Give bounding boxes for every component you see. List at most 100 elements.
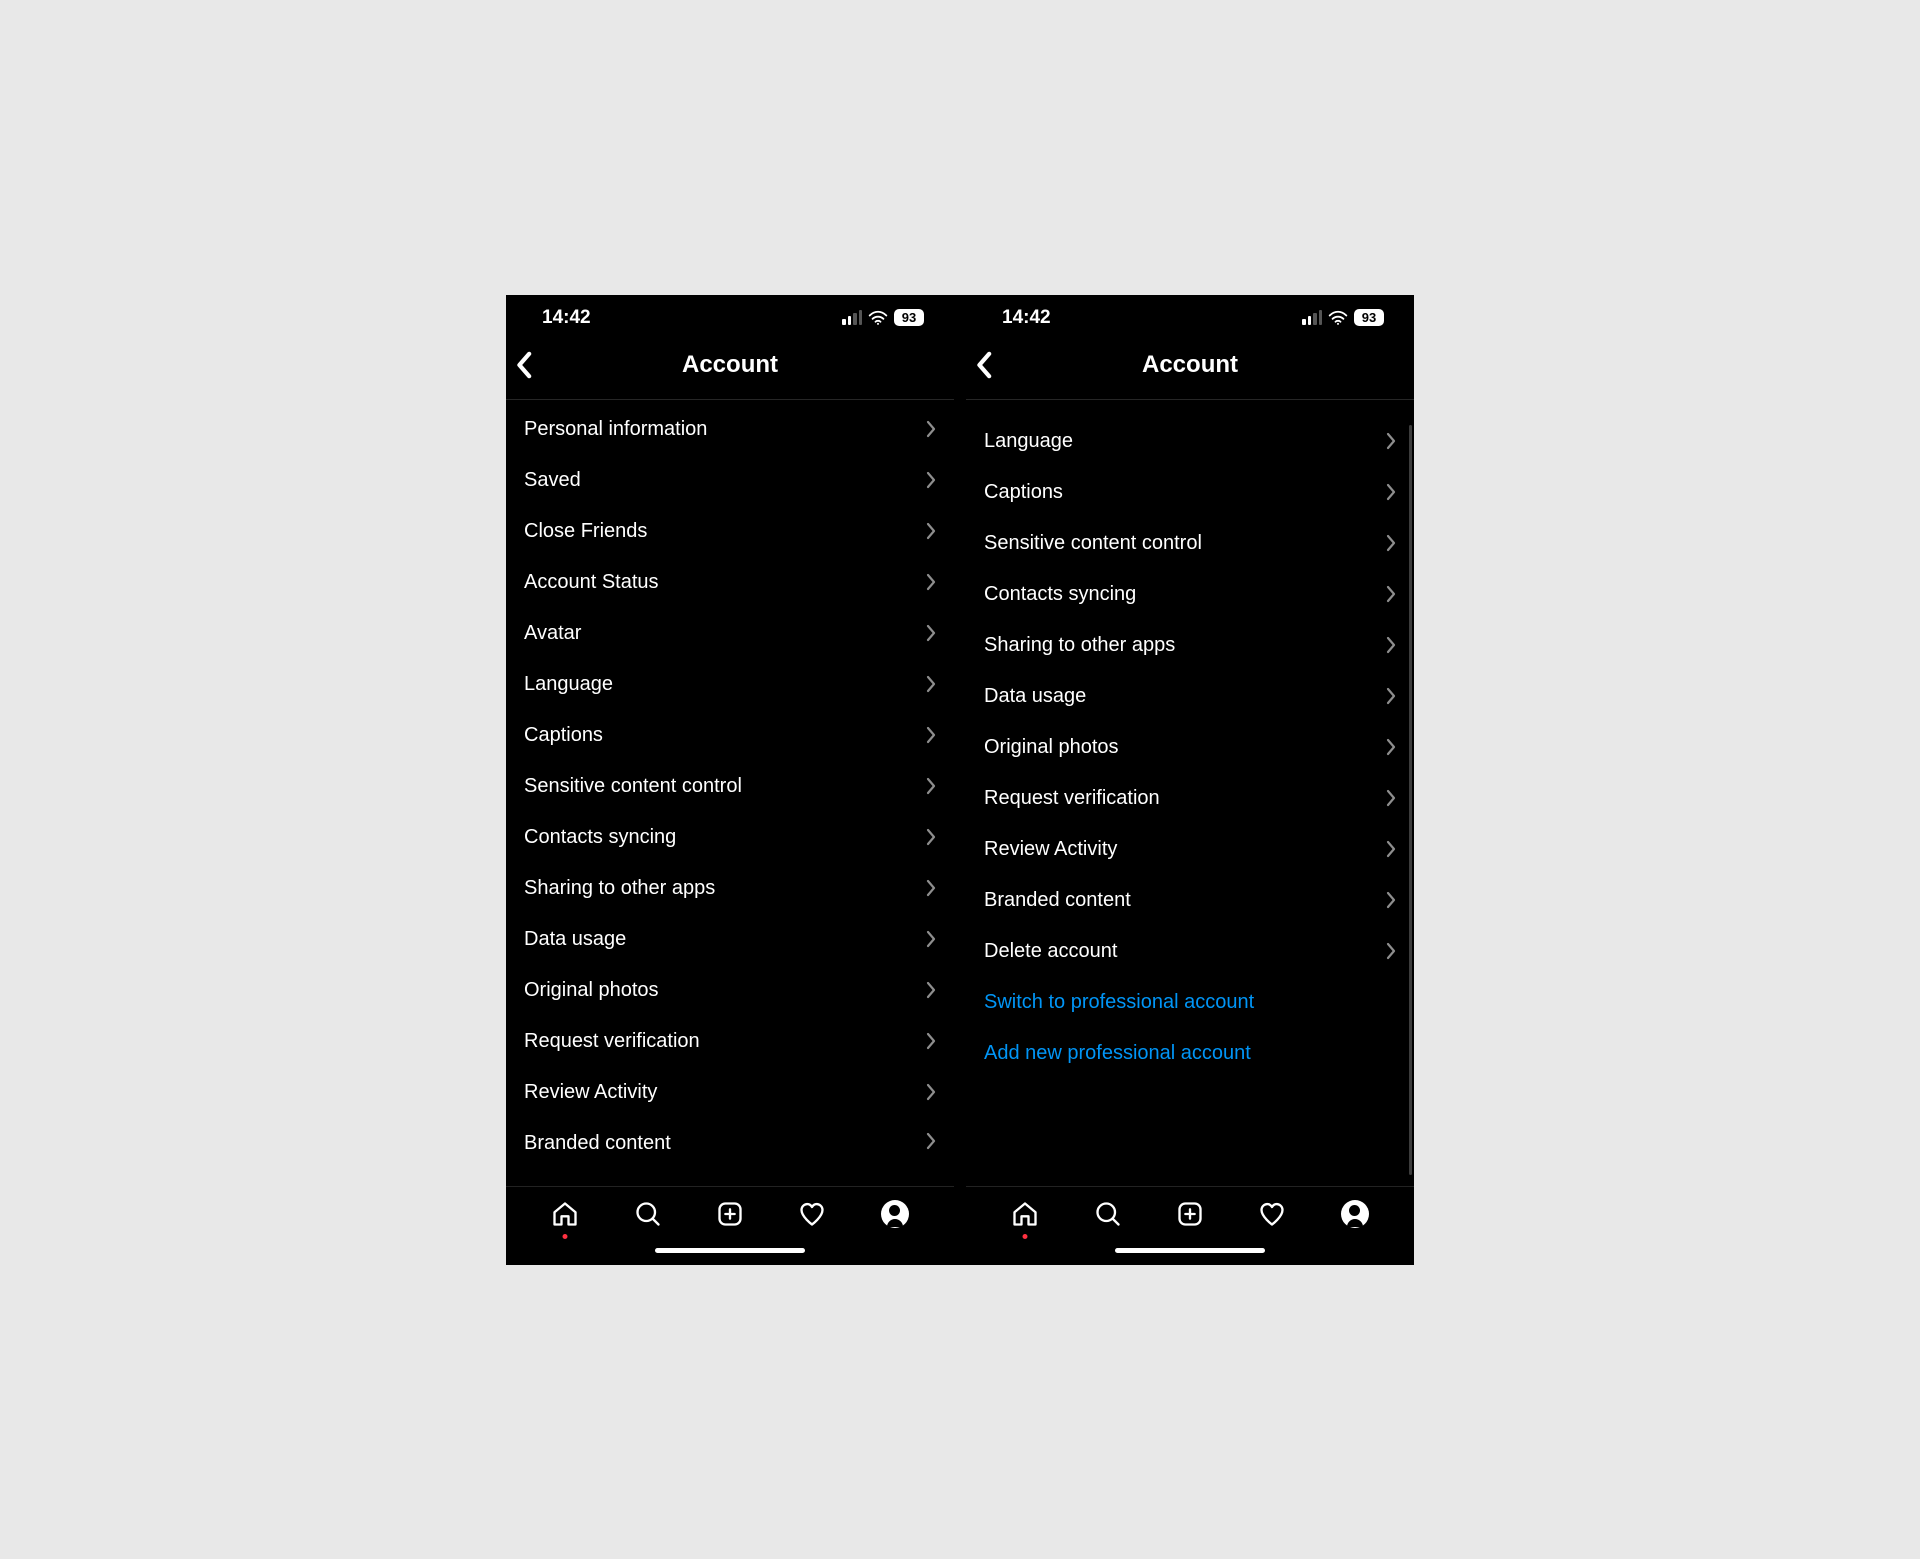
row-label: Branded content: [984, 889, 1131, 912]
chevron-right-icon: [1386, 687, 1396, 705]
phone-right: 14:42 93 Account: [966, 295, 1414, 1265]
tab-profile[interactable]: [878, 1197, 912, 1231]
settings-list[interactable]: Personal information Saved Close Friends…: [506, 400, 954, 1186]
row-label: Sharing to other apps: [984, 634, 1175, 657]
search-icon: [1094, 1200, 1122, 1228]
tab-bar: [506, 1186, 954, 1237]
row-label: Add new professional account: [984, 1042, 1251, 1065]
row-close-friends[interactable]: Close Friends: [506, 506, 954, 557]
row-delete-account[interactable]: Delete account: [966, 926, 1414, 977]
row-request-verification[interactable]: Request verification: [966, 773, 1414, 824]
chevron-right-icon: [926, 1083, 936, 1101]
plus-square-icon: [716, 1200, 744, 1228]
home-indicator[interactable]: [506, 1237, 954, 1265]
row-sharing-to-other-apps[interactable]: Sharing to other apps: [506, 863, 954, 914]
row-captions[interactable]: Captions: [506, 710, 954, 761]
status-bar: 14:42 93: [506, 295, 954, 335]
row-captions[interactable]: Captions: [966, 467, 1414, 518]
chevron-right-icon: [926, 1132, 936, 1150]
tab-profile[interactable]: [1338, 1197, 1372, 1231]
nav-bar: Account: [506, 335, 954, 400]
chevron-right-icon: [1386, 738, 1396, 756]
tab-create[interactable]: [1173, 1197, 1207, 1231]
tab-create[interactable]: [713, 1197, 747, 1231]
home-icon: [1011, 1200, 1039, 1228]
row-label: Contacts syncing: [984, 583, 1136, 606]
row-review-activity[interactable]: Review Activity: [966, 824, 1414, 875]
row-avatar[interactable]: Avatar: [506, 608, 954, 659]
chevron-right-icon: [926, 930, 936, 948]
chevron-right-icon: [926, 726, 936, 744]
row-label: Personal information: [524, 418, 707, 441]
status-icons: 93: [1302, 309, 1384, 326]
row-label: Data usage: [984, 685, 1086, 708]
row-language[interactable]: Language: [506, 659, 954, 710]
row-contacts-syncing[interactable]: Contacts syncing: [966, 569, 1414, 620]
row-saved[interactable]: Saved: [506, 455, 954, 506]
status-time: 14:42: [1002, 307, 1051, 329]
chevron-right-icon: [926, 624, 936, 642]
chevron-right-icon: [926, 777, 936, 795]
row-branded-content[interactable]: Branded content: [506, 1118, 954, 1150]
row-data-usage[interactable]: Data usage: [506, 914, 954, 965]
row-label: Saved: [524, 469, 581, 492]
row-sharing-to-other-apps[interactable]: Sharing to other apps: [966, 620, 1414, 671]
chevron-right-icon: [926, 420, 936, 438]
chevron-right-icon: [1386, 636, 1396, 654]
status-bar: 14:42 93: [966, 295, 1414, 335]
row-label: Captions: [524, 724, 603, 747]
row-personal-information[interactable]: Personal information: [506, 404, 954, 455]
row-original-photos[interactable]: Original photos: [506, 965, 954, 1016]
row-label: Original photos: [984, 736, 1119, 759]
row-label: Captions: [984, 481, 1063, 504]
scroll-indicator[interactable]: [1409, 425, 1412, 1175]
page-title: Account: [978, 351, 1402, 379]
settings-list[interactable]: Language Captions Sensitive content cont…: [966, 400, 1414, 1186]
tab-activity[interactable]: [795, 1197, 829, 1231]
chevron-right-icon: [926, 522, 936, 540]
link-add-new-professional-account[interactable]: Add new professional account: [966, 1028, 1414, 1079]
chevron-right-icon: [1386, 432, 1396, 450]
row-original-photos[interactable]: Original photos: [966, 722, 1414, 773]
row-data-usage[interactable]: Data usage: [966, 671, 1414, 722]
notification-dot-icon: [563, 1234, 568, 1239]
battery-icon: 93: [1354, 309, 1384, 326]
plus-square-icon: [1176, 1200, 1204, 1228]
row-label: Branded content: [524, 1132, 671, 1150]
tab-search[interactable]: [631, 1197, 665, 1231]
home-indicator[interactable]: [966, 1237, 1414, 1265]
row-sensitive-content-control[interactable]: Sensitive content control: [966, 518, 1414, 569]
chevron-right-icon: [926, 471, 936, 489]
tab-home[interactable]: [1008, 1197, 1042, 1231]
row-label: Data usage: [524, 928, 626, 951]
row-branded-content[interactable]: Branded content: [966, 875, 1414, 926]
tab-search[interactable]: [1091, 1197, 1125, 1231]
tab-bar: [966, 1186, 1414, 1237]
row-label: Language: [984, 430, 1073, 453]
row-label: Avatar: [524, 622, 581, 645]
row-review-activity[interactable]: Review Activity: [506, 1067, 954, 1118]
heart-icon: [1258, 1200, 1286, 1228]
chevron-left-icon: [516, 351, 534, 379]
row-label: Switch to professional account: [984, 991, 1254, 1014]
notification-dot-icon: [1023, 1234, 1028, 1239]
tab-home[interactable]: [548, 1197, 582, 1231]
chevron-right-icon: [926, 981, 936, 999]
row-sensitive-content-control[interactable]: Sensitive content control: [506, 761, 954, 812]
row-language[interactable]: Language: [966, 416, 1414, 467]
cellular-signal-icon: [1302, 310, 1322, 325]
row-request-verification[interactable]: Request verification: [506, 1016, 954, 1067]
tab-activity[interactable]: [1255, 1197, 1289, 1231]
row-contacts-syncing[interactable]: Contacts syncing: [506, 812, 954, 863]
chevron-right-icon: [926, 879, 936, 897]
home-icon: [551, 1200, 579, 1228]
cellular-signal-icon: [842, 310, 862, 325]
row-account-status[interactable]: Account Status: [506, 557, 954, 608]
row-label: Language: [524, 673, 613, 696]
back-button[interactable]: [516, 351, 534, 379]
link-switch-to-professional-account[interactable]: Switch to professional account: [966, 977, 1414, 1028]
chevron-right-icon: [1386, 789, 1396, 807]
battery-icon: 93: [894, 309, 924, 326]
row-label: Sensitive content control: [524, 775, 742, 798]
back-button[interactable]: [976, 351, 994, 379]
